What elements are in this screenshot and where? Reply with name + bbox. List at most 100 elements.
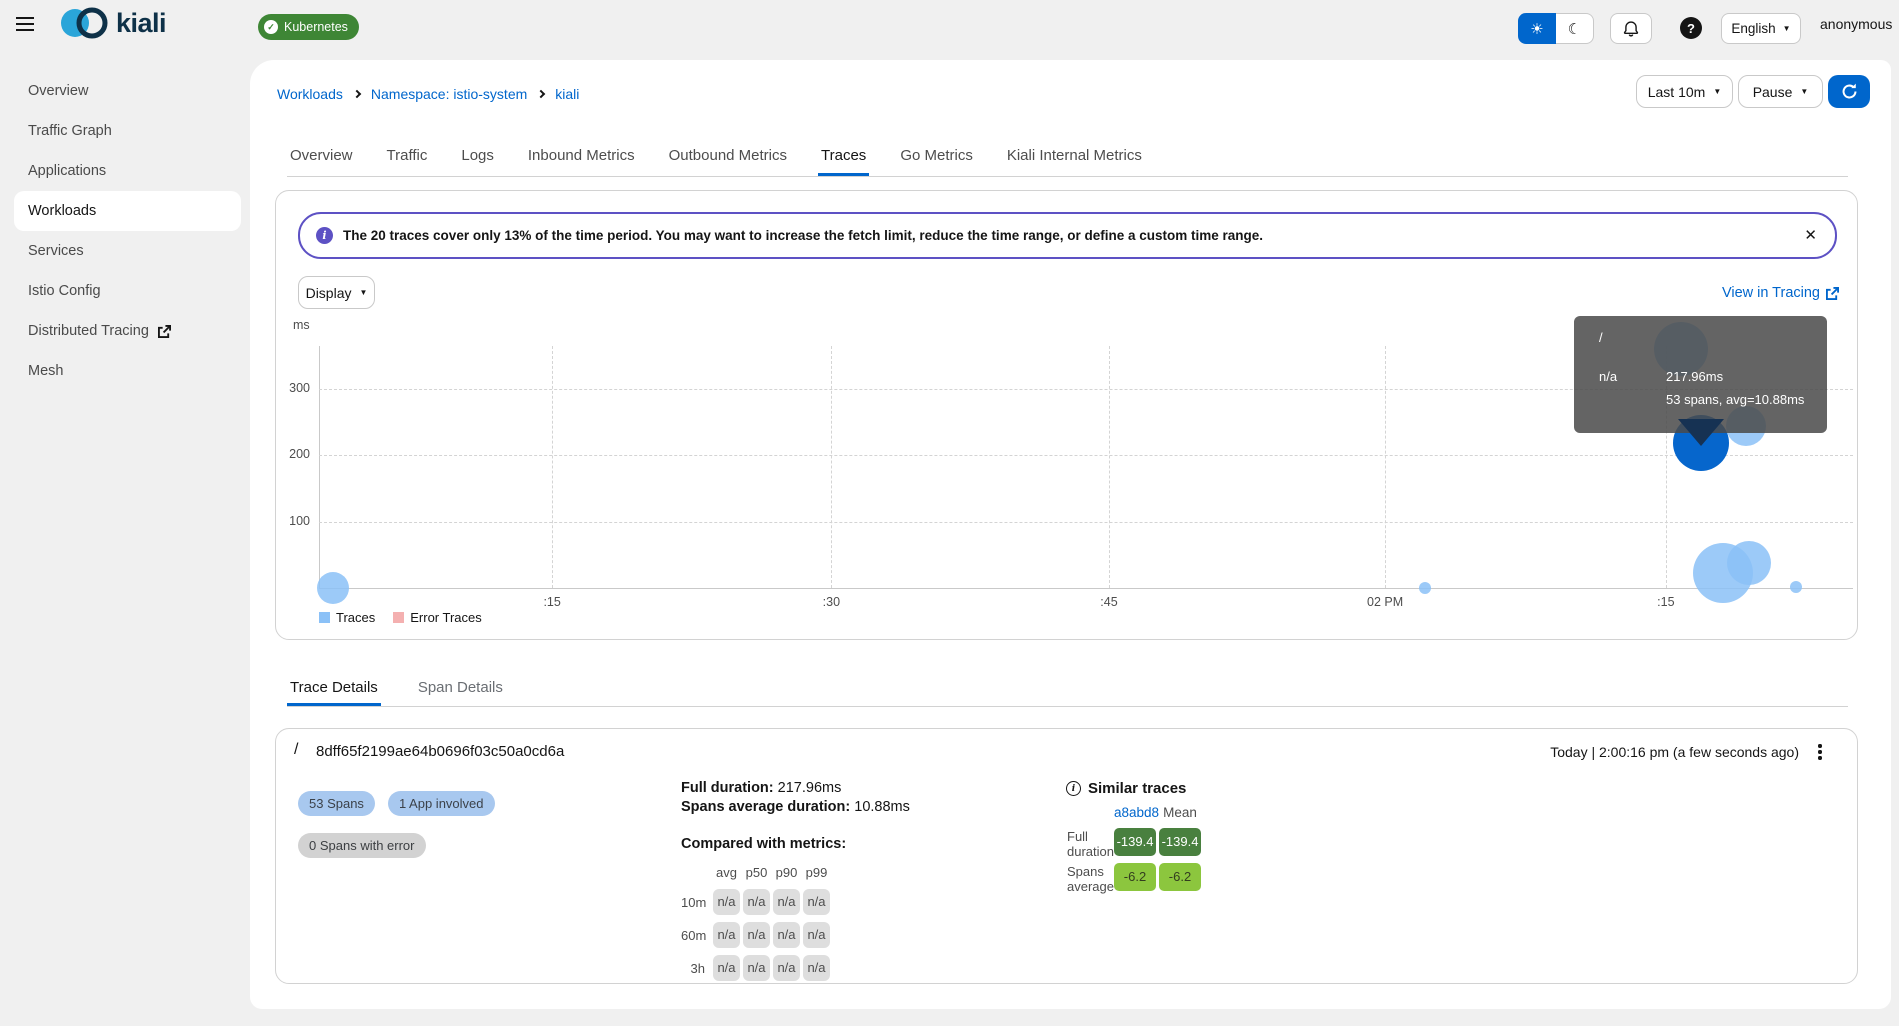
similar-col-header: Mean: [1159, 802, 1201, 824]
similar-traces-title: Similar traces: [1088, 780, 1186, 797]
chevron-down-icon: ▼: [1783, 24, 1791, 33]
breadcrumb-link-namespace-istio-system[interactable]: Namespace: istio-system: [371, 86, 527, 102]
gridline-vertical: [552, 346, 553, 588]
refresh-interval-label: Pause: [1753, 84, 1793, 100]
refresh-interval-dropdown[interactable]: Pause ▼: [1738, 75, 1823, 108]
x-tick-label: :30: [799, 595, 863, 609]
sidebar-item-applications[interactable]: Applications: [0, 151, 255, 191]
x-tick-label: :15: [1634, 595, 1698, 609]
metrics-row-label: 3h: [681, 961, 710, 976]
language-dropdown[interactable]: English ▼: [1721, 13, 1801, 44]
breadcrumb-link-kiali[interactable]: kiali: [555, 86, 579, 102]
tooltip-spans: 53 spans, avg=10.88ms: [1666, 392, 1804, 407]
chevron-down-icon: ▼: [359, 288, 367, 297]
tooltip-status: n/a: [1599, 369, 1617, 384]
breadcrumb-link-workloads[interactable]: Workloads: [277, 86, 343, 102]
view-in-tracing-label: View in Tracing: [1722, 285, 1820, 301]
brand-name: kiali: [116, 8, 166, 39]
full-duration-line: Full duration: 217.96ms: [681, 780, 841, 796]
tab-outbound-metrics[interactable]: Outbound Metrics: [666, 138, 790, 176]
metrics-col-header: p90: [773, 864, 800, 882]
sidebar-item-workloads[interactable]: Workloads: [14, 191, 241, 231]
spans-avg-line: Spans average duration: 10.88ms: [681, 799, 910, 815]
sidebar-item-distributed-tracing[interactable]: Distributed Tracing: [0, 311, 255, 351]
menu-toggle-icon[interactable]: [16, 13, 42, 35]
chart-legend: Traces Error Traces: [319, 610, 482, 625]
y-tick-label: 100: [278, 514, 310, 528]
similar-cell: -139.4: [1114, 828, 1156, 856]
tab-inbound-metrics[interactable]: Inbound Metrics: [525, 138, 638, 176]
similar-cell: -6.2: [1159, 863, 1201, 891]
badge-1-app-involved: 1 App involved: [388, 791, 495, 816]
legend-item-traces[interactable]: Traces: [319, 610, 375, 625]
dark-theme-button[interactable]: ☾: [1556, 13, 1594, 44]
sidebar-item-overview[interactable]: Overview: [0, 71, 255, 111]
tab-overview[interactable]: Overview: [287, 138, 356, 176]
content-panel: Workloads Namespace: istio-system kiali La…: [250, 60, 1891, 1009]
breadcrumb: Workloads Namespace: istio-system kiali: [277, 86, 579, 102]
external-link-icon: [1826, 287, 1839, 300]
traces-chart-card: i The 20 traces cover only 13% of the ti…: [275, 190, 1858, 640]
trace-badges: 53 Spans1 App involved: [298, 791, 495, 816]
spans-avg-value: 10.88ms: [854, 799, 910, 815]
refresh-icon: [1841, 83, 1858, 100]
metrics-cell: n/a: [743, 889, 770, 915]
info-alert: i The 20 traces cover only 13% of the ti…: [298, 212, 1837, 259]
sidebar-item-istio-config[interactable]: Istio Config: [0, 271, 255, 311]
metrics-cell: n/a: [803, 922, 830, 948]
external-link-icon: [158, 325, 171, 338]
legend-swatch: [393, 612, 404, 623]
kiali-logo-icon: [58, 5, 112, 41]
similar-trace-link[interactable]: a8abd8: [1114, 802, 1156, 824]
notifications-button[interactable]: [1610, 13, 1652, 44]
sidebar-item-label: Overview: [28, 71, 88, 111]
tab-traffic[interactable]: Traffic: [384, 138, 431, 176]
tab-traces[interactable]: Traces: [818, 138, 869, 176]
legend-item-error-traces[interactable]: Error Traces: [393, 610, 482, 625]
tab-go-metrics[interactable]: Go Metrics: [897, 138, 976, 176]
time-range-dropdown[interactable]: Last 10m ▼: [1636, 75, 1733, 108]
trace-bubble[interactable]: [1790, 581, 1802, 593]
x-tick-label: :15: [520, 595, 584, 609]
tab-span-details[interactable]: Span Details: [415, 672, 506, 706]
trace-details-card: / 8dff65f2199ae64b0696f03c50a0cd6a Today…: [275, 728, 1858, 984]
theme-toggle: ☀ ☾: [1518, 13, 1594, 44]
view-in-tracing-link[interactable]: View in Tracing: [1722, 285, 1839, 301]
chevron-right-icon: [353, 90, 361, 98]
legend-swatch: [319, 612, 330, 623]
sidebar-item-traffic-graph[interactable]: Traffic Graph: [0, 111, 255, 151]
similar-traces-table: a8abd8MeanFull duration-139.4-139.4Spans…: [1067, 802, 1201, 894]
trace-bubble[interactable]: [1419, 582, 1431, 594]
sidebar-item-mesh[interactable]: Mesh: [0, 351, 255, 391]
display-dropdown[interactable]: Display ▼: [298, 276, 375, 309]
cluster-badge: ✓ Kubernetes: [258, 14, 359, 40]
gridline-vertical: [1385, 346, 1386, 588]
refresh-button[interactable]: [1828, 75, 1870, 108]
tab-logs[interactable]: Logs: [458, 138, 497, 176]
similar-row-label: Spans average: [1067, 863, 1111, 894]
sidebar-item-label: Workloads: [28, 191, 96, 231]
spans-error-badge: 0 Spans with error: [298, 833, 426, 858]
close-icon[interactable]: ✕: [1804, 226, 1817, 244]
light-theme-button[interactable]: ☀: [1518, 13, 1556, 44]
metrics-cell: n/a: [803, 889, 830, 915]
trace-bubble[interactable]: [1727, 541, 1771, 585]
sidebar-item-label: Mesh: [28, 351, 63, 391]
trace-detail-tabs: Trace Details Span Details: [287, 672, 1848, 707]
sidebar-item-services[interactable]: Services: [0, 231, 255, 271]
tooltip-duration: 217.96ms: [1666, 369, 1723, 384]
x-tick-label: 02 PM: [1353, 595, 1417, 609]
masthead: kiali ✓ Kubernetes ☀ ☾ ? English ▼ anony…: [0, 0, 1899, 47]
trace-bubble[interactable]: [317, 572, 349, 604]
kebab-menu-icon[interactable]: [1811, 742, 1829, 762]
gridline-horizontal: [319, 455, 1853, 456]
cluster-badge-label: Kubernetes: [284, 20, 348, 34]
metrics-cell: n/a: [803, 955, 830, 981]
tab-kiali-internal-metrics[interactable]: Kiali Internal Metrics: [1004, 138, 1145, 176]
help-button[interactable]: ?: [1680, 17, 1702, 39]
chevron-down-icon: ▼: [1713, 87, 1721, 96]
tab-trace-details[interactable]: Trace Details: [287, 672, 381, 706]
sidebar-item-label: Applications: [28, 151, 106, 191]
metrics-col-header: p50: [743, 864, 770, 882]
sidebar-item-label: Services: [28, 231, 84, 271]
